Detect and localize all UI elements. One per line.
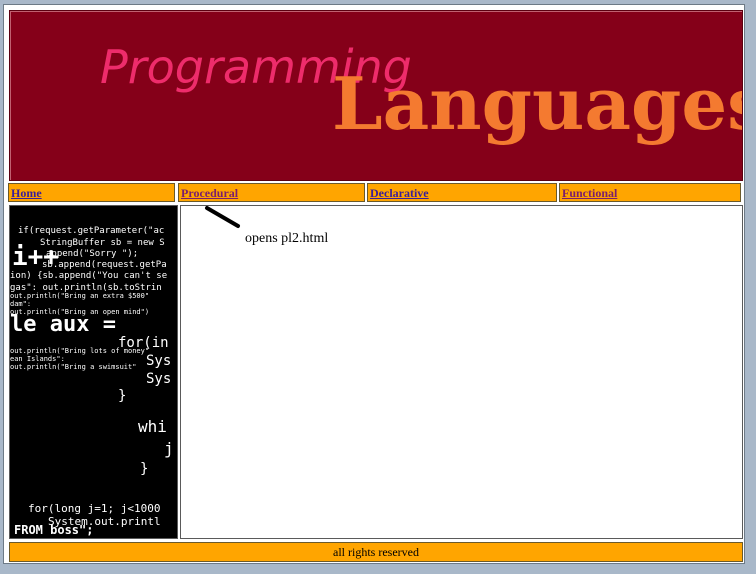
banner-logo: Programming Languages bbox=[100, 40, 742, 146]
pointer-arrow-icon bbox=[205, 206, 240, 228]
code-line: j bbox=[164, 439, 174, 458]
code-line: ean Islands": bbox=[10, 355, 65, 363]
code-line: out.println("Bring a swimsuit" bbox=[10, 363, 137, 371]
footer: all rights reserved bbox=[9, 542, 743, 562]
code-line: i++ bbox=[12, 242, 59, 272]
nav-link-functional[interactable]: Functional bbox=[562, 186, 617, 201]
code-line: Sys bbox=[146, 353, 172, 369]
code-line: for(long j=1; j<1000 bbox=[28, 502, 161, 515]
code-line: sb.append(request.getPa bbox=[42, 260, 167, 270]
code-line: if(request.getParameter("ac bbox=[18, 226, 165, 236]
code-line: ion) {sb.append("You can't se bbox=[10, 271, 168, 281]
page-frame: Programming Languages Home Procedural De… bbox=[3, 4, 745, 564]
code-image: if(request.getParameter("ac StringBuffer… bbox=[9, 205, 178, 539]
code-line: le aux = bbox=[10, 312, 116, 337]
code-line: whi bbox=[138, 417, 167, 436]
nav-cell-home: Home bbox=[8, 183, 175, 202]
code-line: } bbox=[140, 461, 149, 477]
nav-cell-functional: Functional bbox=[559, 183, 741, 202]
code-line: dam": bbox=[10, 300, 32, 308]
link-note: opens pl2.html bbox=[245, 231, 329, 246]
code-line: for(in bbox=[118, 335, 169, 351]
nav-cell-declarative: Declarative bbox=[367, 183, 557, 202]
nav-link-home[interactable]: Home bbox=[11, 186, 42, 201]
header-banner: Programming Languages bbox=[9, 10, 743, 181]
banner-word-languages: Languages bbox=[332, 61, 742, 146]
code-line: out.println("Bring an extra $500" bbox=[10, 292, 150, 300]
content-area: opens pl2.html bbox=[180, 205, 743, 539]
nav-link-declarative[interactable]: Declarative bbox=[370, 186, 429, 201]
code-line: } bbox=[118, 388, 127, 404]
code-line: append("Sorry "); bbox=[46, 249, 139, 259]
nav-link-procedural[interactable]: Procedural bbox=[181, 186, 238, 201]
code-line: FROM boss"; bbox=[14, 523, 94, 537]
code-line: Sys bbox=[146, 371, 172, 387]
footer-text: all rights reserved bbox=[333, 545, 419, 559]
